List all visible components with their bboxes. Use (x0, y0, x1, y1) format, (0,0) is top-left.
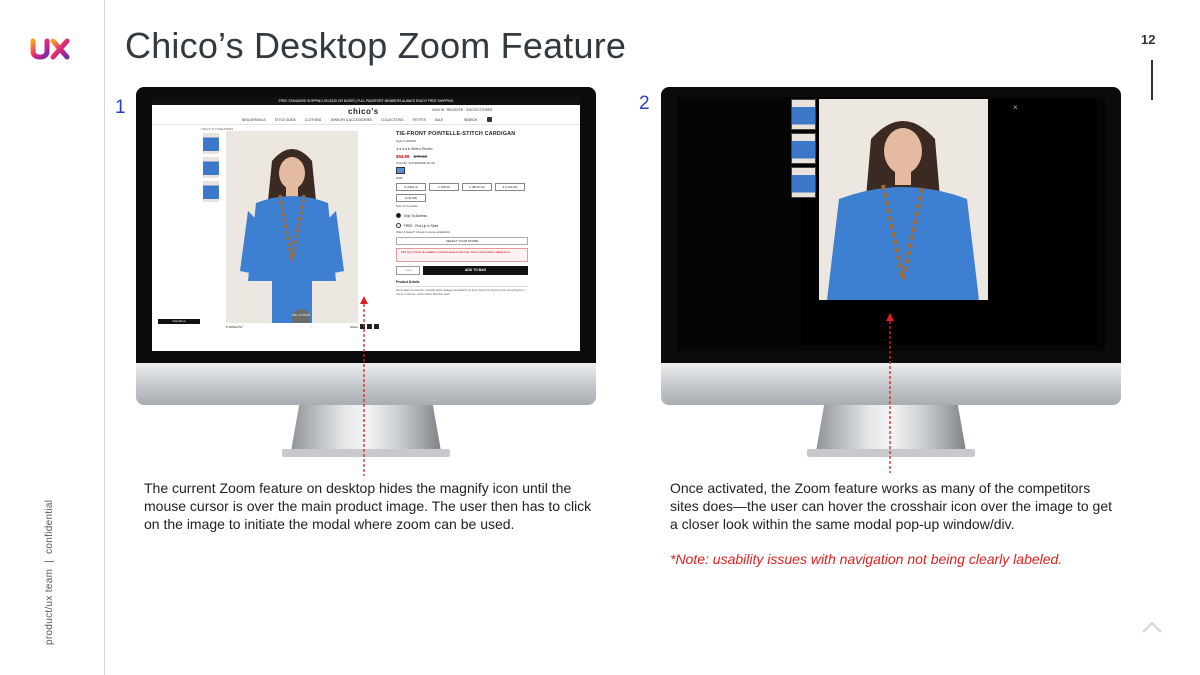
promo-banner[interactable]: FREE STANDARD SHIPPING ON $125 OR MORE! … (152, 97, 580, 105)
product-style-number: Style # 000000 (396, 139, 417, 143)
size-option[interactable]: 4 (XL/18) (396, 194, 426, 202)
brand-logo[interactable]: chico's (348, 107, 379, 116)
zoomed-model-figure (819, 99, 988, 300)
pickup-alert: Pick Up In Store is available in limited… (396, 248, 528, 262)
product-thumbnail[interactable] (203, 133, 219, 154)
product-details-header[interactable]: Product Details (396, 280, 528, 287)
color-label: COLOR: SHOREBIRD BLUE (396, 161, 435, 165)
zoomed-product-image[interactable] (819, 99, 988, 300)
pointer-arrow-2 (886, 313, 894, 473)
model-figure (226, 131, 358, 323)
nav-item[interactable]: PETITES (412, 118, 425, 122)
slide-title: Chico’s Desktop Zoom Feature (125, 25, 627, 66)
panel-1-number: 1 (115, 97, 126, 118)
radio-unselected[interactable] (396, 223, 401, 228)
footer-confidential: confidential (44, 499, 55, 554)
panel-2-caption: Once activated, the Zoom feature works a… (670, 480, 1113, 532)
modal-thumbnail[interactable] (791, 167, 816, 198)
size-option[interactable]: 1 (S/6-8) (429, 183, 459, 191)
sale-price: $54.99 (396, 154, 410, 159)
price: $54.99 $79.50 (396, 154, 528, 159)
cart-row: – 1 + ADD TO BAG (396, 266, 528, 275)
quantity-stepper[interactable]: – 1 + (396, 266, 420, 275)
nav-divider (152, 124, 580, 125)
panel-2-number: 2 (639, 93, 650, 114)
product-details-text: We've taken our favorite, pointelle-stit… (396, 289, 525, 296)
size-option[interactable]: 2 (M/10-12) (462, 183, 492, 191)
search-link[interactable]: SEARCH (464, 118, 477, 122)
add-to-bag-button[interactable]: ADD TO BAG (423, 266, 528, 275)
footer-team: product/ux team (44, 568, 55, 645)
size-option[interactable]: 0 (XS/2-4) (396, 183, 426, 191)
wishlist-link[interactable]: ♥ WISHLIST (226, 325, 243, 329)
color-swatch[interactable] (396, 167, 405, 174)
size-label: SIZE (396, 176, 403, 180)
size-options: 0 (XS/2-4) 1 (S/6-8) 2 (M/10-12) 3 (L/14… (396, 183, 528, 202)
store-question: Want it faster? Check in-store availabil… (396, 230, 451, 234)
footer-label: product/ux team | confidential (44, 500, 55, 645)
product-info: TIE-FRONT POINTELLE-STITCH CARDIGAN Styl… (396, 131, 528, 296)
sidebar-divider (104, 0, 105, 675)
ship-option[interactable]: Ship To Address (396, 213, 528, 218)
chevron-up-icon[interactable] (1141, 620, 1163, 634)
ux-logo (30, 38, 70, 60)
modal-thumbnail[interactable] (791, 99, 816, 130)
pickup-option[interactable]: FREE - Pick Up In Store (396, 223, 528, 228)
modal-thumbnail[interactable] (791, 133, 816, 164)
footer-separator: | (44, 559, 55, 563)
main-nav: NEW ARRIVALS STYLE GUIDE CLOTHING JEWELR… (242, 118, 443, 122)
nav-item[interactable]: NEW ARRIVALS (242, 118, 266, 122)
nav-item[interactable]: CLOTHING (305, 118, 321, 122)
modal-thumbnail-list (791, 99, 816, 198)
shopping-bag-icon[interactable] (487, 117, 492, 122)
pointer-arrow-1 (360, 296, 368, 476)
thumbnail-list (203, 133, 219, 202)
nav-item[interactable]: SALE (435, 118, 443, 122)
close-icon[interactable]: × (1013, 103, 1018, 112)
page-number: 12 (1141, 32, 1156, 47)
nav-item[interactable]: JEWELRY & ACCESSORIES (330, 118, 372, 122)
nav-item[interactable]: COLLECTIONS (381, 118, 404, 122)
rating[interactable]: ★★★★★ Write a Review (396, 147, 528, 151)
nav-item[interactable]: STYLE GUIDE (275, 118, 296, 122)
usability-note: *Note: usability issues with navigation … (670, 551, 1063, 567)
original-price: $79.50 (413, 154, 428, 159)
select-store-button[interactable]: SELECT YOUR STORE (396, 237, 528, 245)
pickup-option-label: FREE - Pick Up In Store (404, 223, 439, 228)
panel-1-caption: The current Zoom feature on desktop hide… (144, 480, 592, 532)
product-title: TIE-FRONT POINTELLE-STITCH CARDIGAN (396, 131, 516, 137)
product-thumbnail[interactable] (203, 181, 219, 202)
ship-option-label: Ship To Address (404, 213, 427, 218)
fit-guide-link[interactable]: Size & Fit Guide (396, 204, 528, 208)
zoom-hint-badge[interactable]: ROLL TO ZOOM (292, 309, 310, 323)
page-number-rule (1151, 60, 1153, 100)
size-option[interactable]: 3 (L/14-16) (495, 183, 525, 191)
chat-button[interactable]: Chat with us (158, 319, 200, 324)
product-thumbnail[interactable] (203, 157, 219, 178)
share-label: Share (350, 324, 359, 329)
main-product-image[interactable]: ROLL TO ZOOM (226, 131, 358, 323)
radio-selected[interactable] (396, 213, 401, 218)
email-icon[interactable] (374, 324, 380, 329)
utility-links[interactable]: SIGN IN · REGISTER · CHICOS STORES (432, 108, 492, 112)
